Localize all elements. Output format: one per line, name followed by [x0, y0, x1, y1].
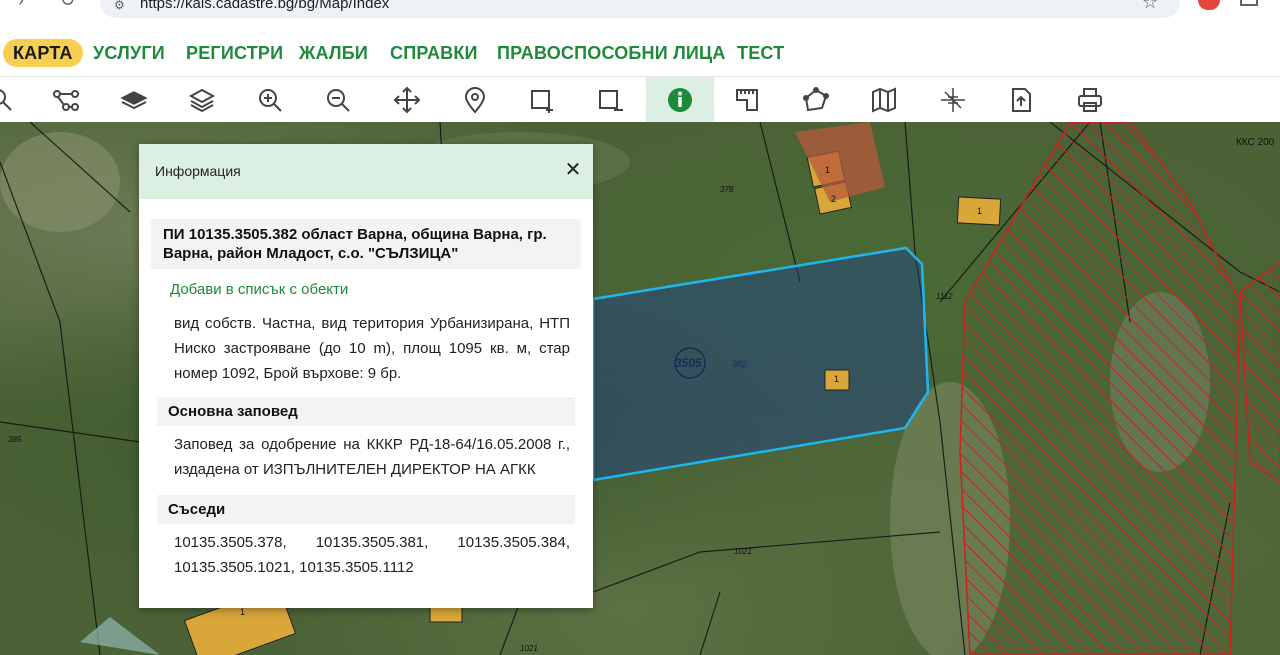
bookmark-star-icon[interactable]: ☆ [1142, 0, 1158, 13]
building-1b-label: 1 [977, 206, 983, 216]
add-to-list-link[interactable]: Добави в списък с обекти [170, 281, 348, 298]
back-icon[interactable]: › [18, 0, 24, 11]
map-toolbar [0, 76, 1280, 123]
parcel-heading: ПИ 10135.3505.382 област Варна, община В… [151, 219, 581, 269]
neighbors-text: 10135.3505.378, 10135.3505.381, 10135.35… [174, 534, 570, 576]
menu-item-karta[interactable]: КАРТА [3, 39, 83, 67]
browser-address-bar: › ↻ ⚙ https://kais.cadastre.bg/bg/Map/In… [0, 0, 1280, 28]
parcel-number-label: 382 [732, 359, 748, 369]
menu-item-zhalbi[interactable]: ЖАЛБИ [299, 39, 368, 67]
measure-icon[interactable] [728, 81, 766, 119]
building-1-label: 1 [825, 165, 831, 175]
info-panel-title: Информация [155, 163, 241, 179]
menu-item-test[interactable]: ТЕСТ [737, 39, 784, 67]
layers-stack-icon[interactable] [183, 81, 221, 119]
parcel-1112-label: 1112 [936, 292, 953, 301]
parcel-385-label: 385 [8, 435, 22, 444]
building-2-label: 2 [831, 194, 837, 204]
building-1c-label: 1 [834, 374, 840, 384]
reload-icon[interactable]: ↻ [60, 0, 75, 11]
remove-area-icon[interactable] [592, 81, 630, 119]
crosshair-icon[interactable] [934, 81, 972, 119]
map-book-icon[interactable] [865, 81, 903, 119]
url-text[interactable]: https://kais.cadastre.bg/bg/Map/Index [140, 0, 389, 12]
main-menu: КАРТА УСЛУГИ РЕГИСТРИ ЖАЛБИ СПРАВКИ ПРАВ… [0, 28, 1280, 76]
district-label: 3505 [675, 356, 702, 370]
extension-icon[interactable] [1198, 0, 1220, 10]
order-text: Заповед за одобрение на КККР РД-18-64/16… [174, 436, 570, 478]
parcel-1021b-label: 1021 [520, 644, 538, 653]
url-bar[interactable]: ⚙ https://kais.cadastre.bg/bg/Map/Index [100, 0, 1180, 18]
layer-icon[interactable] [115, 81, 153, 119]
menu-item-registri[interactable]: РЕГИСТРИ [186, 39, 283, 67]
info-icon[interactable] [646, 77, 714, 123]
zoom-in-icon[interactable] [251, 81, 289, 119]
open-in-window-icon[interactable] [1240, 0, 1258, 6]
neighbors-heading: Съседи [157, 495, 575, 524]
polygon-icon[interactable] [797, 81, 835, 119]
parcel-378-label: 378 [720, 185, 734, 194]
parcel-1021-label: 1021 [734, 547, 752, 556]
export-icon[interactable] [1002, 81, 1040, 119]
route-icon[interactable] [47, 81, 85, 119]
pan-icon[interactable] [388, 81, 426, 119]
kks-label: ККС 200 [1236, 137, 1275, 148]
info-panel: Информация ✕ ПИ 10135.3505.382 област Ва… [139, 144, 593, 608]
order-heading: Основна заповед [157, 397, 575, 426]
info-panel-header: Информация ✕ [139, 144, 593, 199]
building-1d-label: 1 [240, 607, 246, 617]
close-icon[interactable]: ✕ [563, 160, 583, 180]
menu-item-spravki[interactable]: СПРАВКИ [390, 39, 478, 67]
site-settings-icon[interactable]: ⚙ [114, 0, 125, 12]
menu-item-uslugi[interactable]: УСЛУГИ [93, 39, 165, 67]
menu-item-pravosposobni-litsa[interactable]: ПРАВОСПОСОБНИ ЛИЦА [497, 39, 726, 67]
print-icon[interactable] [1071, 81, 1109, 119]
search-icon[interactable] [0, 81, 20, 119]
location-pin-icon[interactable] [456, 81, 494, 119]
parcel-description: вид собств. Частна, вид територия Урбани… [174, 315, 570, 382]
add-area-icon[interactable] [524, 81, 562, 119]
zoom-out-icon[interactable] [319, 81, 357, 119]
